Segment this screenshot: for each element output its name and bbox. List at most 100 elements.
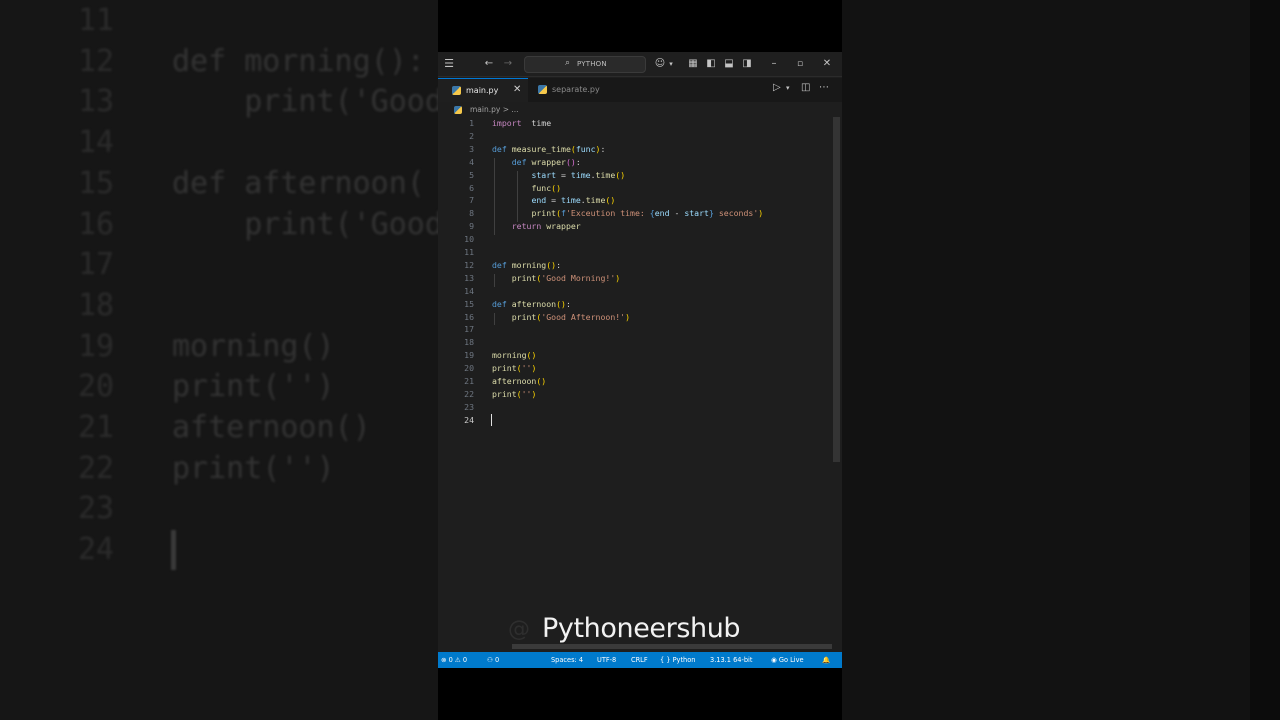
background-line-number: 19	[78, 328, 115, 364]
more-actions-icon[interactable]: ⋯	[819, 82, 829, 96]
code-token: import	[492, 118, 522, 128]
code-line[interactable]: 19 morning()	[438, 349, 832, 362]
code-token: start	[531, 169, 557, 180]
code-line[interactable]: 12 def morning():	[438, 259, 832, 272]
code-line[interactable]: 11	[438, 246, 832, 259]
line-number: 4	[469, 156, 474, 167]
code-line[interactable]: 24	[438, 413, 832, 427]
back-arrow-icon[interactable]: ←	[482, 56, 496, 72]
code-token: ()	[551, 182, 562, 193]
title-bar: ☰ ← → ⌕ PYTHON ☺ ▾ ▦ ◧ ⬓ ◨ – ▫ ✕	[438, 52, 842, 77]
code-token: :	[556, 259, 562, 270]
line-number: 17	[464, 324, 474, 335]
tab-separate-py[interactable]: separate.py	[530, 78, 620, 102]
background-code-line: 17	[0, 244, 438, 285]
tab-label: main.py	[466, 86, 499, 95]
code-token: print	[531, 208, 557, 219]
background-code-line: 22 print('')	[0, 448, 438, 489]
code-line[interactable]: 5 start = time.time()	[438, 169, 832, 182]
code-line[interactable]: 23	[438, 401, 832, 414]
line-source: print('')	[492, 362, 536, 375]
interpreter-status[interactable]: 3.13.1 64-bit	[710, 655, 752, 666]
code-line[interactable]: 7 end = time.time()	[438, 194, 832, 207]
customize-layout-icon[interactable]: ▦	[687, 56, 699, 72]
code-token: wrapper	[546, 221, 581, 232]
code-token: 'Good Afternoon!'	[541, 311, 626, 322]
go-live-button[interactable]: ◉ Go Live	[771, 655, 804, 666]
minimize-icon[interactable]: –	[768, 56, 780, 72]
ports-status[interactable]: ⚇ 0	[487, 655, 499, 666]
line-number: 24	[464, 414, 474, 425]
close-tab-icon[interactable]: ✕	[513, 84, 521, 95]
forward-arrow-icon[interactable]: →	[501, 56, 515, 72]
vertical-scrollbar[interactable]	[833, 117, 840, 462]
code-line[interactable]: 21 afternoon()	[438, 375, 832, 388]
background-line-number: 15	[78, 165, 115, 201]
toggle-secondary-sidebar-icon[interactable]: ◨	[741, 56, 753, 72]
code-token: ()	[605, 195, 616, 206]
background-line-number: 21	[78, 410, 115, 445]
code-token: func	[575, 143, 596, 154]
toggle-panel-icon[interactable]: ⬓	[723, 56, 735, 72]
code-line[interactable]: 3 def measure_time(func):	[438, 143, 832, 156]
problems-status[interactable]: ⊗ 0 ⚠ 0	[441, 655, 467, 666]
code-token: def	[492, 259, 507, 270]
run-python-file-icon[interactable]: ▷	[773, 82, 781, 96]
code-token: ()	[565, 156, 576, 167]
chevron-down-icon[interactable]: ▾	[667, 56, 675, 72]
split-editor-icon[interactable]: ◫	[801, 82, 810, 96]
python-file-icon	[452, 86, 461, 95]
background-line-number: 12	[78, 43, 115, 79]
toggle-sidebar-icon[interactable]: ◧	[705, 56, 717, 72]
background-line-code: morning()	[172, 328, 335, 364]
close-window-icon[interactable]: ✕	[821, 56, 833, 72]
line-number: 9	[469, 221, 474, 232]
status-bar: ⊗ 0 ⚠ 0 ⚇ 0 Spaces: 4 UTF-8 CRLF { } Pyt…	[438, 652, 842, 668]
code-line[interactable]: 14	[438, 285, 832, 298]
watermark: @ Pythoneershub	[508, 609, 788, 649]
background-line-number: 17	[78, 247, 115, 283]
background-line-code: print('Good	[172, 206, 438, 242]
indentation-status[interactable]: Spaces: 4	[551, 655, 583, 666]
code-line[interactable]: 13 print('Good Morning!')	[438, 272, 832, 285]
notifications-bell-icon[interactable]: 🔔	[822, 655, 830, 666]
eol-status[interactable]: CRLF	[631, 655, 648, 666]
run-dropdown-chevron-icon[interactable]: ▾	[786, 84, 790, 98]
maximize-icon[interactable]: ▫	[794, 56, 806, 72]
code-line[interactable]: 20 print('')	[438, 362, 832, 375]
command-center[interactable]: ⌕ PYTHON	[524, 56, 646, 73]
background-code-line: 19 morning()	[0, 326, 438, 367]
menu-icon[interactable]: ☰	[442, 56, 456, 72]
code-token: def	[492, 143, 507, 154]
code-token: print	[511, 272, 537, 283]
code-line[interactable]: 17	[438, 323, 832, 336]
code-line[interactable]: 2	[438, 130, 832, 143]
encoding-status[interactable]: UTF-8	[597, 655, 616, 666]
language-mode-status[interactable]: { } Python	[660, 655, 695, 666]
code-line[interactable]: 9 return wrapper	[438, 220, 832, 233]
code-token: time	[521, 118, 552, 128]
code-token: time	[561, 195, 581, 206]
code-line[interactable]: 8 print(f'Exceution time: {end - start} …	[438, 207, 832, 220]
editor-tabs: main.py ✕ separate.py	[438, 78, 842, 102]
code-line[interactable]: 16 print('Good Afternoon!')	[438, 311, 832, 324]
background-line-code: print('')	[172, 450, 335, 486]
code-line[interactable]: 1 import time	[438, 117, 832, 130]
line-number: 19	[464, 350, 474, 361]
background-code-line: 21 afternoon()	[0, 407, 438, 448]
code-line[interactable]: 10	[438, 233, 832, 246]
code-line[interactable]: 22 print('')	[438, 388, 832, 401]
copilot-icon[interactable]: ☺	[652, 56, 668, 72]
line-number: 2	[469, 130, 474, 141]
code-line[interactable]: 15 def afternoon():	[438, 298, 832, 311]
code-line[interactable]: 6 func()	[438, 182, 832, 195]
code-line[interactable]: 18	[438, 336, 832, 349]
line-number: 23	[464, 401, 474, 412]
code-line[interactable]: 4 def wrapper():	[438, 156, 832, 169]
line-source: import time	[492, 117, 551, 130]
background-line-number: 14	[78, 125, 115, 161]
watermark-text: Pythoneershub	[542, 613, 741, 644]
tab-main-py[interactable]: main.py ✕	[438, 78, 528, 102]
